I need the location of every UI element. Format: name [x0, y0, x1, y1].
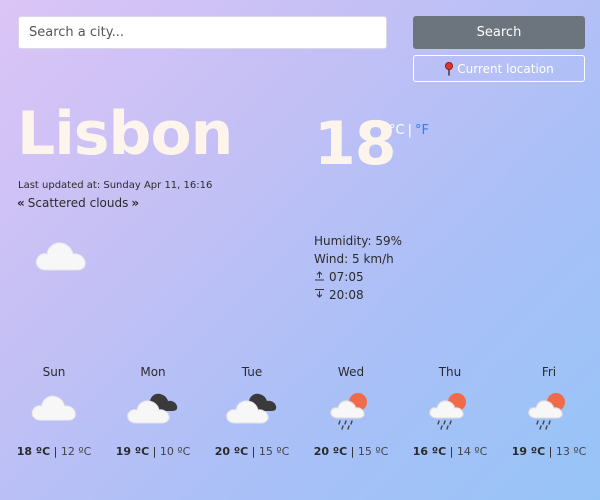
forecast-day: Thu 16 ºC | 14 ºC	[400, 365, 500, 458]
broken-clouds-icon	[103, 389, 203, 433]
forecast-temps: 18 ºC | 12 ºC	[16, 445, 92, 458]
forecast-day-name: Mon	[140, 365, 166, 379]
forecast-day-name: Thu	[438, 365, 462, 379]
sunset-icon	[314, 286, 325, 304]
sun-rain-icon	[301, 389, 401, 433]
forecast-day-name: Fri	[541, 365, 557, 379]
broken-clouds-icon	[202, 389, 302, 433]
forecast-day-name: Tue	[241, 365, 263, 379]
weather-details: Humidity: 59% Wind: 5 km/h 07:05 20:08	[314, 232, 402, 304]
cloud-icon	[34, 236, 88, 276]
current-location-label: Current location	[457, 61, 554, 76]
cloud-icon	[4, 389, 104, 433]
unit-toggle: °C | °F	[389, 123, 429, 138]
last-updated: Last updated at: Sunday Apr 11, 16:16	[18, 180, 213, 191]
forecast-temps: 19 ºC | 13 ºC	[511, 445, 587, 458]
fahrenheit-toggle[interactable]: °F	[415, 123, 429, 138]
search-button[interactable]: Search	[413, 16, 585, 49]
unit-separator: |	[407, 123, 412, 138]
current-location-button[interactable]: Current location	[413, 55, 585, 82]
celsius-toggle[interactable]: °C	[389, 123, 405, 138]
chevrons-right-icon: »	[131, 196, 140, 210]
sunrise-time: 07:05	[329, 270, 364, 284]
description-text: Scattered clouds	[27, 196, 129, 210]
sunrise-icon	[314, 268, 325, 286]
forecast-temps: 20 ºC | 15 ºC	[214, 445, 290, 458]
forecast-day: Wed 20 ºC | 15 ºC	[301, 365, 401, 458]
weather-description: « Scattered clouds »	[17, 196, 139, 210]
forecast-temps: 20 ºC | 15 ºC	[313, 445, 389, 458]
forecast-day: Fri 19 ºC | 13 ºC	[499, 365, 599, 458]
forecast-day: Tue 20 ºC | 15 ºC	[202, 365, 302, 458]
forecast-day: Sun 18 ºC | 12 ºC	[4, 365, 104, 458]
forecast-temps: 19 ºC | 10 ºC	[115, 445, 191, 458]
map-pin-icon	[444, 61, 454, 76]
city-name: Lisbon	[17, 99, 233, 169]
sunset: 20:08	[314, 286, 402, 304]
sunrise: 07:05	[314, 268, 402, 286]
sun-rain-icon	[499, 389, 599, 433]
forecast-day: Mon 19 ºC | 10 ºC	[103, 365, 203, 458]
forecast-row: Sun 18 ºC | 12 ºC Mon 19 ºC | 10 ºC Tue	[4, 365, 596, 475]
chevrons-left-icon: «	[17, 196, 25, 210]
sunset-time: 20:08	[329, 288, 364, 302]
forecast-day-name: Sun	[42, 365, 66, 379]
wind: Wind: 5 km/h	[314, 252, 394, 266]
forecast-temps: 16 ºC | 14 ºC	[412, 445, 488, 458]
search-input[interactable]	[18, 16, 387, 49]
sun-rain-icon	[400, 389, 500, 433]
forecast-day-name: Wed	[337, 365, 365, 379]
humidity: Humidity: 59%	[314, 234, 403, 248]
current-temperature: 18	[314, 109, 396, 179]
